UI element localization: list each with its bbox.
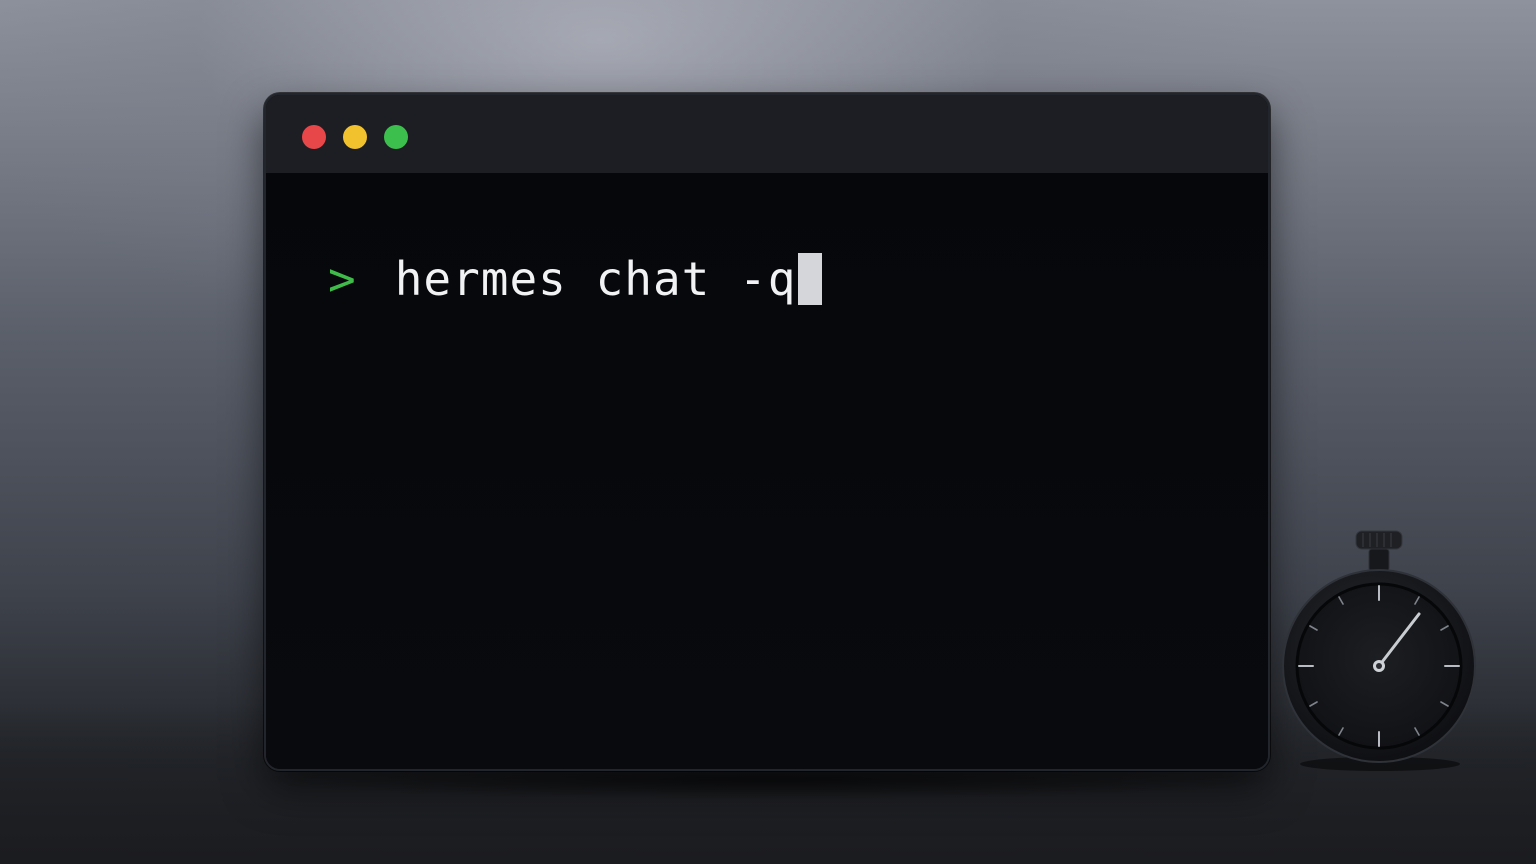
terminal-content[interactable]: > hermes chat -q — [266, 173, 1268, 769]
prompt-symbol: > — [328, 252, 357, 306]
stopwatch-icon — [1282, 530, 1476, 771]
terminal-titlebar[interactable] — [266, 95, 1268, 174]
command-line[interactable]: > hermes chat -q — [328, 251, 823, 307]
close-button[interactable] — [302, 125, 326, 149]
maximize-button[interactable] — [384, 125, 408, 149]
command-input[interactable]: hermes chat -q — [395, 252, 797, 306]
minimize-button[interactable] — [343, 125, 367, 149]
text-cursor — [798, 253, 823, 305]
terminal-window[interactable]: > hermes chat -q — [264, 93, 1270, 771]
